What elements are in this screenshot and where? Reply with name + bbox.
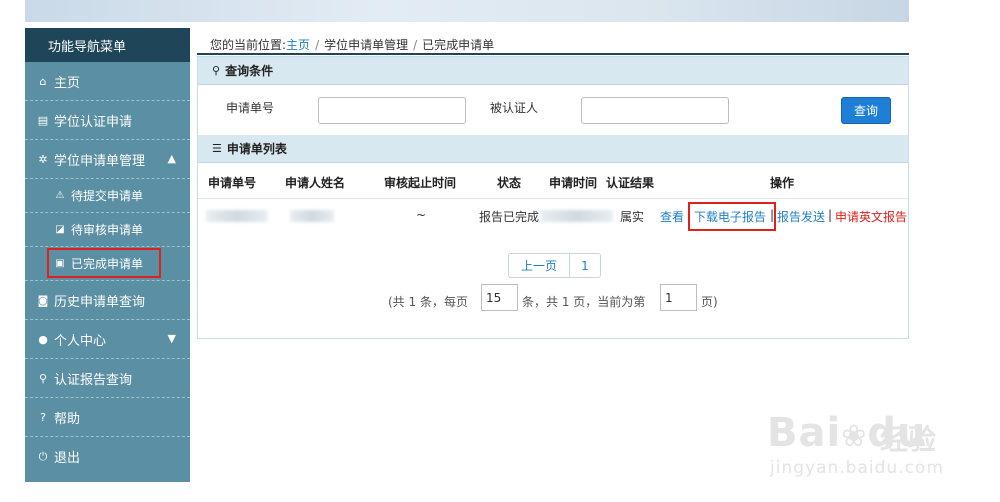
sidebar-item-label: 主页 xyxy=(54,75,81,91)
column-header-actions: 操作 xyxy=(770,176,795,190)
sidebar-sub-completed[interactable]: ▣ 已完成申请单 xyxy=(25,247,190,281)
blurred-apply-time xyxy=(541,210,613,222)
chevron-up-icon: ▲ xyxy=(167,152,176,165)
sidebar-item-label: 已完成申请单 xyxy=(71,257,144,271)
query-section-title: 查询条件 xyxy=(225,64,274,78)
watermark-url: jingyan.baidu.com xyxy=(770,458,944,478)
sidebar-nav: 功能导航菜单 ⌂ 主页 ▤ 学位认证申请 ✲ 学位申请单管理 ▲ ⚠ 待提交申请… xyxy=(25,28,190,482)
watermark-brand-text: Bai xyxy=(767,410,842,456)
breadcrumb-level2: 学位申请单管理 xyxy=(324,38,409,52)
view-link[interactable]: 查看 xyxy=(660,208,684,225)
sidebar-sub-pending-review[interactable]: ◪ 待审核申请单 xyxy=(25,213,190,247)
chevron-down-icon: ▼ xyxy=(167,332,176,345)
sidebar-item-label: 认证报告查询 xyxy=(54,372,133,388)
sidebar-title: 功能导航菜单 xyxy=(25,28,190,62)
sidebar-item-label: 历史申请单查询 xyxy=(54,294,146,310)
breadcrumb-separator: / xyxy=(413,38,418,52)
sidebar-item-history-query[interactable]: ◙ 历史申请单查询 xyxy=(25,281,190,320)
watermark-brand: Bai❀du xyxy=(767,410,926,456)
sidebar-item-label: 个人中心 xyxy=(54,333,107,349)
sidebar-item-label: 退出 xyxy=(54,451,81,466)
breadcrumb-prefix: 您的当前位置: xyxy=(210,38,287,52)
sidebar-item-label: 学位认证申请 xyxy=(54,114,133,130)
send-report-link[interactable]: 报告发送 xyxy=(777,208,825,225)
result-cell: 属实 xyxy=(620,210,645,224)
user-icon: ● xyxy=(38,332,48,346)
per-page-input[interactable]: 15 xyxy=(481,284,518,311)
pagination-info-prefix: (共 1 条，每页 xyxy=(388,295,468,309)
blurred-applicant-name xyxy=(290,210,334,222)
query-section-header: ⚲ 查询条件 xyxy=(198,57,908,85)
blurred-application-number xyxy=(206,210,268,222)
sidebar-item-personal-center[interactable]: ● 个人中心 ▼ xyxy=(25,320,190,359)
certified-person-label: 被认证人 xyxy=(490,101,539,115)
list-icon: ☰ xyxy=(212,142,222,155)
pagination: 上一页 1 xyxy=(508,253,601,278)
column-header-applicant-name: 申请人姓名 xyxy=(285,176,346,190)
pagination-info-mid: 条，共 1 页，当前为第 xyxy=(522,295,646,309)
application-number-label: 申请单号 xyxy=(226,101,275,115)
warning-icon: ⚠ xyxy=(55,190,65,201)
action-separator: | xyxy=(770,208,775,222)
column-header-apply-time: 申请时间 xyxy=(549,176,598,190)
sidebar-sub-pending-submit[interactable]: ⚠ 待提交申请单 xyxy=(25,179,190,213)
watermark-tag: 经验 xyxy=(880,423,937,456)
home-icon: ⌂ xyxy=(39,74,47,88)
sidebar-item-home[interactable]: ⌂ 主页 xyxy=(25,62,190,101)
column-header-application-number: 申请单号 xyxy=(208,176,257,190)
camera-icon: ◙ xyxy=(37,293,49,307)
column-header-review-period: 审核起止时间 xyxy=(384,176,457,190)
gear-icon: ✲ xyxy=(38,152,48,166)
breadcrumb-home-link[interactable]: 主页 xyxy=(286,38,310,52)
certified-person-input[interactable] xyxy=(581,97,729,124)
breadcrumb-divider xyxy=(197,53,909,55)
column-header-result: 认证结果 xyxy=(606,176,655,190)
sidebar-item-logout[interactable]: ⏻ 退出 xyxy=(25,437,190,476)
status-cell: 报告已完成 xyxy=(479,210,540,224)
sidebar-item-application-manage[interactable]: ✲ 学位申请单管理 ▲ xyxy=(25,140,190,179)
action-separator: | xyxy=(828,208,833,222)
power-icon: ⏻ xyxy=(38,449,48,463)
sidebar-item-label: 学位申请单管理 xyxy=(54,153,146,169)
help-icon: ? xyxy=(40,410,46,424)
cart-icon: ◪ xyxy=(55,224,65,235)
search-icon: ⚲ xyxy=(38,371,48,385)
list-section-header: ☰ 申请单列表 xyxy=(198,135,908,163)
top-banner xyxy=(25,0,909,22)
query-button[interactable]: 查询 xyxy=(841,97,891,124)
list-section-title: 申请单列表 xyxy=(226,142,287,156)
main-panel: ⚲ 查询条件 申请单号 被认证人 查询 ☰ 申请单列表 申请单号 申请人姓名 审… xyxy=(197,56,909,339)
document-icon: ▤ xyxy=(37,113,49,127)
download-e-report-link[interactable]: 下载电子报告 xyxy=(694,208,766,225)
prev-page-button[interactable]: 上一页 xyxy=(509,254,570,277)
breadcrumb: 您的当前位置:主页 / 学位申请单管理 / 已完成申请单 xyxy=(210,36,494,53)
breadcrumb-separator: / xyxy=(315,38,320,52)
sidebar-item-report-query[interactable]: ⚲ 认证报告查询 xyxy=(25,359,190,398)
review-period-cell: ~ xyxy=(416,208,427,222)
application-number-input[interactable] xyxy=(318,97,466,124)
current-page-input[interactable]: 1 xyxy=(660,284,697,311)
table-header-divider xyxy=(198,198,908,199)
sidebar-item-help[interactable]: ? 帮助 xyxy=(25,398,190,437)
sidebar-item-degree-apply[interactable]: ▤ 学位认证申请 xyxy=(25,101,190,140)
pagination-info-suffix: 页) xyxy=(701,295,718,309)
column-header-status: 状态 xyxy=(497,176,522,190)
page-1-button[interactable]: 1 xyxy=(570,254,600,277)
apply-english-report-link[interactable]: 申请英文报告 xyxy=(835,208,907,225)
paw-icon: ❀ xyxy=(841,419,868,454)
briefcase-icon: ▣ xyxy=(55,258,65,269)
sidebar-item-label: 待提交申请单 xyxy=(71,189,144,203)
breadcrumb-level3: 已完成申请单 xyxy=(422,38,495,52)
sidebar-item-label: 帮助 xyxy=(54,411,81,427)
sidebar-item-label: 待审核申请单 xyxy=(71,223,144,237)
search-icon: ⚲ xyxy=(212,64,221,77)
watermark-brand-text-2: du xyxy=(867,410,927,456)
